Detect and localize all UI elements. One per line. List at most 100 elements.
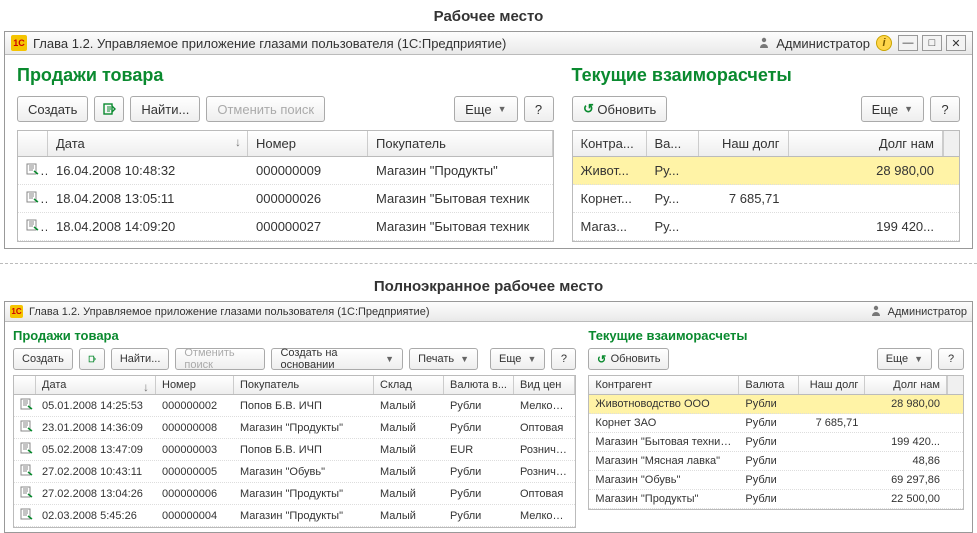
col-buyer[interactable]: Покупатель: [234, 376, 374, 394]
table-row[interactable]: Живот... Ру... 28 980,00: [573, 157, 960, 185]
table-row[interactable]: Магазин "Продукты" Рубли 22 500,00: [589, 490, 963, 509]
titlebar-fs: 1C Глава 1.2. Управляемое приложение гла…: [5, 302, 972, 322]
col-number[interactable]: Номер: [156, 376, 234, 394]
window-title: Глава 1.2. Управляемое приложение глазам…: [33, 36, 758, 51]
caption-bottom: Полноэкранное рабочее место: [0, 270, 977, 301]
refresh-icon: ↻: [583, 101, 594, 117]
help-button-right[interactable]: ?: [938, 348, 964, 370]
cancel-search-button: Отменить поиск: [206, 96, 325, 122]
refresh-icon: ↻: [597, 353, 606, 366]
col-number[interactable]: Номер: [248, 131, 368, 156]
table-row[interactable]: Корнет... Ру... 7 685,71: [573, 185, 960, 213]
titlebar: 1C Глава 1.2. Управляемое приложение гла…: [5, 32, 972, 55]
settlements-title: Текущие взаиморасчеты: [572, 65, 961, 86]
document-icon: [20, 442, 34, 454]
print-button[interactable]: Печать▼: [409, 348, 478, 370]
col-debt-to-us[interactable]: Долг нам: [865, 376, 947, 394]
table-row[interactable]: Корнет ЗАО Рубли 7 685,71: [589, 414, 963, 433]
sales-toolbar: Создать Найти... Отменить поиск Еще▼ ?: [17, 96, 554, 122]
col-counterparty[interactable]: Контра...: [573, 131, 647, 156]
col-our-debt[interactable]: Наш долг: [799, 376, 865, 394]
refresh-button[interactable]: ↻Обновить: [588, 348, 669, 370]
window-title-fs: Глава 1.2. Управляемое приложение глазам…: [29, 306, 870, 318]
document-icon: [26, 163, 40, 175]
table-row[interactable]: Магазин "Мясная лавка" Рубли 48,86: [589, 452, 963, 471]
window-fullscreen: 1C Глава 1.2. Управляемое приложение гла…: [4, 301, 973, 533]
col-warehouse[interactable]: Склад: [374, 376, 444, 394]
maximize-button[interactable]: □: [922, 35, 942, 51]
table-row[interactable]: 18.04.2008 14:09:20 000000027 Магазин "Б…: [18, 213, 553, 241]
table-row[interactable]: 27.02.2008 10:43:11 000000005 Магазин "О…: [14, 461, 575, 483]
user-label[interactable]: Администратор: [776, 36, 870, 51]
help-button-right[interactable]: ?: [930, 96, 960, 122]
sales-title: Продажи товара: [17, 65, 554, 86]
col-buyer[interactable]: Покупатель: [368, 131, 553, 156]
document-icon: [20, 464, 34, 476]
table-row[interactable]: 05.01.2008 14:25:53 000000002 Попов Б.В.…: [14, 395, 575, 417]
user-label-fs[interactable]: Администратор: [888, 306, 967, 318]
minimize-button[interactable]: —: [898, 35, 918, 51]
find-button[interactable]: Найти...: [130, 96, 200, 122]
table-row[interactable]: 05.02.2008 13:47:09 000000003 Попов Б.В.…: [14, 439, 575, 461]
table-row[interactable]: Магаз... Ру... 199 420...: [573, 213, 960, 241]
more-button-right[interactable]: Еще▼: [861, 96, 924, 122]
table-row[interactable]: 16.04.2008 10:48:32 000000009 Магазин "П…: [18, 157, 553, 185]
sales-grid-fs: Дата↓ Номер Покупатель Склад Валюта в...…: [13, 375, 576, 528]
document-icon: [20, 398, 34, 410]
document-icon: [20, 420, 34, 432]
app-logo-icon: 1C: [11, 35, 27, 51]
settlements-title-fs: Текущие взаиморасчеты: [588, 328, 964, 343]
col-our-debt[interactable]: Наш долг: [699, 131, 789, 156]
table-row[interactable]: 27.02.2008 13:04:26 000000006 Магазин "П…: [14, 483, 575, 505]
app-logo-icon: 1C: [10, 305, 23, 318]
more-button[interactable]: Еще▼: [454, 96, 517, 122]
sales-title-fs: Продажи товара: [13, 328, 576, 343]
document-icon: [26, 191, 40, 203]
table-row[interactable]: 23.01.2008 14:36:09 000000008 Магазин "П…: [14, 417, 575, 439]
more-button[interactable]: Еще▼: [490, 348, 545, 370]
col-date[interactable]: Дата↓: [48, 131, 248, 156]
caption-top: Рабочее место: [0, 0, 977, 31]
more-button-right[interactable]: Еще▼: [877, 348, 932, 370]
col-counterparty[interactable]: Контрагент: [589, 376, 739, 394]
settlements-grid: Контра... Ва... Наш долг Долг нам Живот.…: [572, 130, 961, 242]
user-icon: [758, 36, 770, 51]
refresh-button[interactable]: ↻Обновить: [572, 96, 668, 122]
col-currency[interactable]: Ва...: [647, 131, 699, 156]
find-button[interactable]: Найти...: [111, 348, 170, 370]
col-debt-to-us[interactable]: Долг нам: [789, 131, 944, 156]
user-icon: [870, 304, 882, 319]
pane-sales: Продажи товара Создать Найти... Отменить…: [17, 65, 554, 242]
table-row[interactable]: 18.04.2008 13:05:11 000000026 Магазин "Б…: [18, 185, 553, 213]
create-button[interactable]: Создать: [17, 96, 88, 122]
col-currency[interactable]: Валюта в...: [444, 376, 514, 394]
copy-button[interactable]: [94, 96, 124, 122]
pane-sales-fs: Продажи товара Создать Найти... Отменить…: [13, 328, 576, 528]
table-row[interactable]: Животноводство ООО Рубли 28 980,00: [589, 395, 963, 414]
settlements-toolbar-fs: ↻Обновить Еще▼ ?: [588, 348, 964, 370]
sort-indicator-icon: ↓: [143, 380, 149, 394]
settlements-toolbar: ↻Обновить Еще▼ ?: [572, 96, 961, 122]
sort-indicator-icon: ↓: [235, 135, 241, 149]
create-button[interactable]: Создать: [13, 348, 73, 370]
close-button[interactable]: ✕: [946, 35, 966, 51]
col-date[interactable]: Дата↓: [36, 376, 156, 394]
document-icon: [20, 486, 34, 498]
table-row[interactable]: Магазин "Бытовая техника" Рубли 199 420.…: [589, 433, 963, 452]
sales-grid: Дата↓ Номер Покупатель 16.04.2008 10:48:…: [17, 130, 554, 242]
col-currency[interactable]: Валюта: [739, 376, 799, 394]
table-row[interactable]: 02.03.2008 5:45:26 000000004 Магазин "Пр…: [14, 505, 575, 527]
col-price-type[interactable]: Вид цен: [514, 376, 575, 394]
create-based-button[interactable]: Создать на основании▼: [271, 348, 403, 370]
help-button[interactable]: ?: [551, 348, 576, 370]
cancel-search-button: Отменить поиск: [175, 348, 265, 370]
sales-toolbar-fs: Создать Найти... Отменить поиск Создать …: [13, 348, 576, 370]
help-button[interactable]: ?: [524, 96, 554, 122]
copy-button[interactable]: [79, 348, 105, 370]
info-icon[interactable]: i: [876, 35, 892, 51]
window-top: 1C Глава 1.2. Управляемое приложение гла…: [4, 31, 973, 249]
settlements-grid-fs: Контрагент Валюта Наш долг Долг нам Живо…: [588, 375, 964, 510]
table-row[interactable]: Магазин "Обувь" Рубли 69 297,86: [589, 471, 963, 490]
pane-settlements-fs: Текущие взаиморасчеты ↻Обновить Еще▼ ? К…: [588, 328, 964, 528]
pane-settlements: Текущие взаиморасчеты ↻Обновить Еще▼ ? К…: [572, 65, 961, 242]
